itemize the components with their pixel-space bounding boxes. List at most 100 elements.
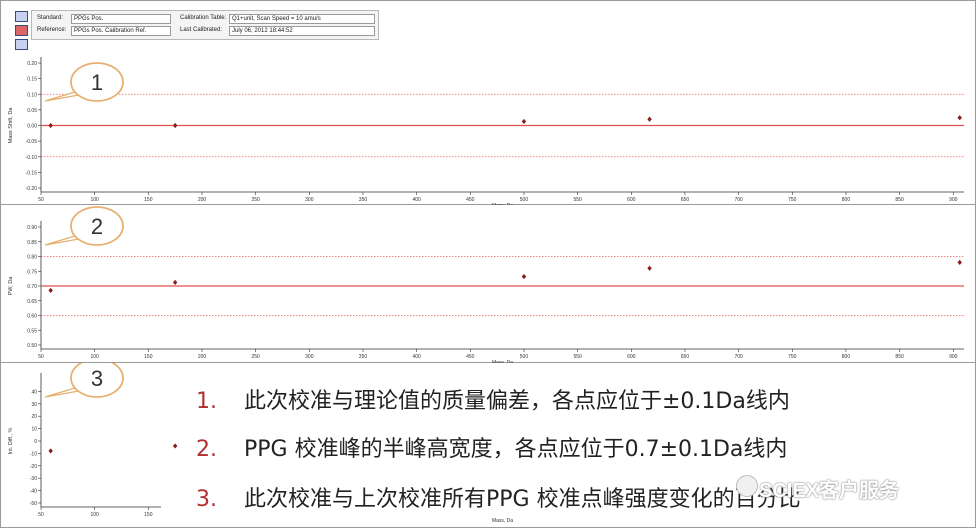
calibration-table-label: Calibration Table: — [180, 15, 227, 21]
callout-number: 3 — [91, 366, 103, 391]
x-tick-label: 400 — [412, 197, 421, 203]
x-tick-label: 500 — [520, 354, 529, 360]
y-tick-label: -30 — [30, 476, 37, 482]
x-tick-label: 150 — [144, 354, 153, 360]
x-tick-label: 600 — [627, 354, 636, 360]
x-tick-label: 900 — [949, 197, 958, 203]
y-tick-label: 0.15 — [27, 77, 37, 83]
x-tick-label: 300 — [305, 197, 314, 203]
calibration-table-field: Q1+unit, Scan Speed = 10 amu/s — [229, 14, 375, 24]
x-tick-label: 900 — [949, 354, 958, 360]
x-tick-label: 450 — [466, 354, 475, 360]
data-point — [48, 448, 53, 454]
x-tick-label: 350 — [359, 197, 368, 203]
peak-width-chart: 0.90 0.85 0.80 0.75 0.70 0.65 0.60 0.55 0.5050 10… — [1, 206, 976, 363]
y-tick-label: -50 — [30, 501, 37, 507]
note-2-number: 2. — [196, 437, 217, 462]
y-tick-label: 0.70 — [27, 284, 37, 290]
y-tick-label: 20 — [31, 414, 37, 420]
y-tick-label: 0 — [34, 439, 37, 445]
y-tick-label: -0.15 — [26, 170, 38, 176]
x-tick-label: 250 — [251, 197, 260, 203]
note-2-text: PPG 校准峰的半峰高宽度，各点应位于0.7±0.1Da线内 — [244, 437, 788, 462]
watermark: SCIEX客户服务 — [759, 480, 900, 502]
data-point — [48, 122, 53, 129]
data-point — [521, 273, 527, 280]
x-tick-label: 700 — [734, 354, 743, 360]
x-tick-label: 50 — [38, 354, 44, 360]
x-tick-label: 200 — [198, 354, 207, 360]
data-point — [957, 259, 962, 265]
y-axis-label: Mass Shift, Da — [8, 107, 14, 144]
data-point — [48, 287, 53, 294]
x-tick-label: 400 — [412, 354, 421, 360]
chart-icon[interactable] — [15, 25, 28, 36]
note-1-text: 此次校准与理论值的质量偏差，各点应位于±0.1Da线内 — [244, 389, 790, 414]
y-tick-label: 0.50 — [27, 343, 37, 349]
x-tick-label: 150 — [144, 512, 153, 518]
note-2: 2. PPG 校准峰的半峰高宽度，各点应位于0.7±0.1Da线内 — [196, 431, 787, 463]
x-tick-label: 750 — [788, 197, 797, 203]
x-tick-label: 800 — [842, 197, 851, 203]
y-tick-label: 0.05 — [27, 108, 37, 114]
y-axis-label: Int. Diff., % — [8, 427, 14, 454]
y-tick-label: -20 — [30, 464, 37, 470]
callout-number: 2 — [91, 214, 103, 239]
data-point — [521, 118, 527, 125]
x-tick-label: 700 — [734, 197, 743, 203]
y-tick-label: 0.20 — [27, 61, 37, 67]
x-tick-label: 550 — [573, 197, 582, 203]
last-calibrated-field: July 06, 2012 18:44:52 — [229, 26, 375, 36]
y-tick-label: 0.90 — [27, 225, 37, 231]
x-tick-label: 100 — [90, 197, 99, 203]
x-tick-label: 800 — [842, 354, 851, 360]
note-3-number: 3. — [196, 487, 217, 512]
y-tick-label: 30 — [31, 402, 37, 408]
document-icon[interactable] — [15, 11, 28, 22]
x-tick-label: 750 — [788, 354, 797, 360]
x-tick-label: 250 — [251, 354, 260, 360]
x-tick-label: 100 — [90, 512, 99, 518]
y-tick-label: 0.75 — [27, 269, 37, 275]
x-tick-label: 450 — [466, 197, 475, 203]
y-tick-label: 0.65 — [27, 299, 37, 305]
x-tick-label: 550 — [573, 354, 582, 360]
x-tick-label: 600 — [627, 197, 636, 203]
x-tick-label: 850 — [895, 197, 904, 203]
y-tick-label: -40 — [30, 489, 37, 495]
y-tick-label: 0.85 — [27, 240, 37, 246]
y-tick-label: 0.55 — [27, 328, 37, 334]
reference-label: Reference: — [37, 27, 67, 33]
callout-number: 1 — [91, 70, 103, 95]
note-1-number: 1. — [196, 389, 217, 414]
standard-field: PPGs Pos. — [71, 14, 171, 24]
calibration-header: Standard: PPGs Pos. Reference: PPGs Pos.… — [31, 10, 379, 40]
wechat-icon — [736, 475, 758, 497]
x-tick-label: 150 — [144, 197, 153, 203]
y-tick-label: 0.60 — [27, 314, 37, 320]
data-point — [172, 279, 178, 286]
data-point — [647, 116, 652, 122]
x-tick-label: 300 — [305, 354, 314, 360]
y-tick-label: 0.80 — [27, 255, 37, 261]
y-tick-label: -0.20 — [26, 186, 38, 192]
data-point — [647, 265, 652, 271]
y-tick-label: -10 — [30, 451, 37, 457]
last-calibrated-label: Last Calibrated: — [180, 27, 223, 33]
standard-label: Standard: — [37, 15, 64, 21]
y-tick-label: -0.10 — [26, 155, 38, 161]
y-tick-label: -0.05 — [26, 139, 38, 145]
x-tick-label: 100 — [90, 354, 99, 360]
y-tick-label: 0.10 — [27, 92, 37, 98]
reference-field: PPGs Pos. Calibration Ref. — [71, 26, 171, 36]
y-tick-label: 0.00 — [27, 124, 37, 130]
y-tick-label: 40 — [31, 389, 37, 395]
note-3-text: 此次校准与上次校准所有PPG 校准点峰强度变化的百分比 — [244, 487, 801, 512]
note-1: 1. 此次校准与理论值的质量偏差，各点应位于±0.1Da线内 — [196, 383, 790, 415]
mass-shift-chart: 0.20 0.15 0.10 0.05 0.00 -0.05 -0.10 -0.15 -0.20… — [1, 57, 976, 205]
y-tick-label: 10 — [31, 427, 37, 433]
y-axis-label: PW, Da — [8, 276, 14, 296]
x-tick-label: 850 — [895, 354, 904, 360]
data-point — [172, 122, 178, 129]
x-tick-label: 200 — [198, 197, 207, 203]
